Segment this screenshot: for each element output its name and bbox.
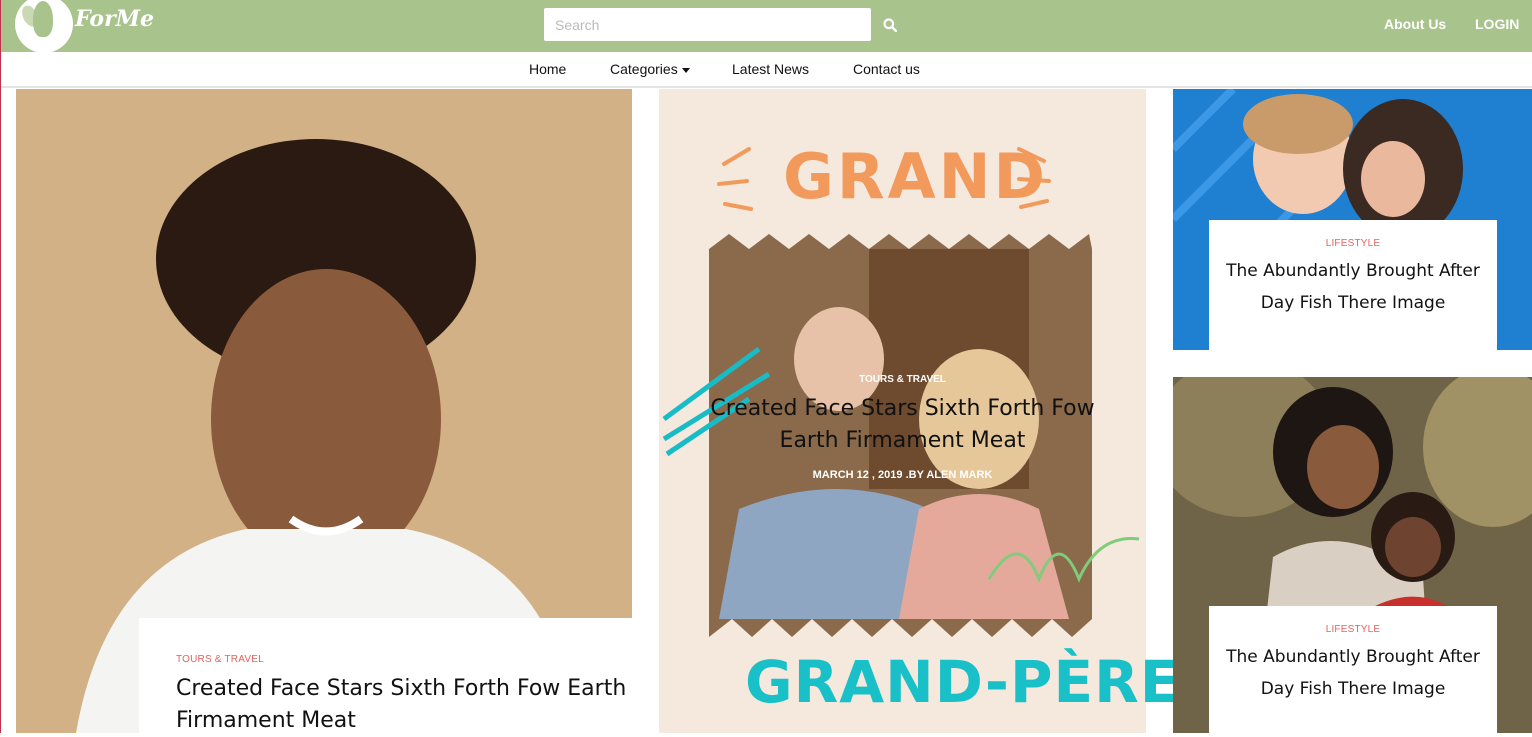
nav-contact[interactable]: Contact us	[853, 61, 920, 77]
login-link[interactable]: LOGIN	[1475, 16, 1519, 32]
post-title[interactable]: Created Face Stars Sixth Forth Fow Earth…	[701, 393, 1104, 457]
post-caption-3: LIFESTYLE The Abundantly Brought After D…	[1209, 220, 1497, 350]
caret-down-icon	[681, 67, 690, 73]
search-input[interactable]	[544, 8, 871, 41]
about-us-link[interactable]: About Us	[1384, 16, 1446, 32]
post-title[interactable]: Created Face Stars Sixth Forth Fow Earth…	[176, 673, 632, 737]
poster-top-text: GRAND	[783, 140, 1048, 213]
nav-categories-label: Categories	[610, 61, 678, 77]
site-logo[interactable]: ForMe	[15, 0, 154, 53]
logo-emblem	[15, 0, 73, 53]
post-caption-4: LIFESTYLE The Abundantly Brought After D…	[1209, 606, 1497, 733]
post-caption-1: TOURS & TRAVEL Created Face Stars Sixth …	[139, 618, 632, 733]
post-title[interactable]: The Abundantly Brought After Day Fish Th…	[1209, 641, 1497, 705]
post-title[interactable]: The Abundantly Brought After Day Fish Th…	[1209, 255, 1497, 319]
top-bar: ForMe About Us LOGIN	[1, 0, 1532, 53]
post-meta: MARCH 12 , 2019 .BY ALEN MARK	[812, 469, 993, 481]
search-icon	[883, 17, 897, 32]
poster-bottom-text: GRAND-PÈRE	[745, 648, 1181, 716]
nav-categories[interactable]: Categories	[610, 61, 690, 77]
post-category[interactable]: LIFESTYLE	[1209, 238, 1497, 249]
logo-text: ForMe	[75, 6, 155, 32]
main-nav: Home Categories Latest News Contact us	[1, 52, 1532, 88]
post-category[interactable]: TOURS & TRAVEL	[659, 374, 1146, 385]
nav-home[interactable]: Home	[529, 61, 566, 77]
nav-latest-news[interactable]: Latest News	[732, 61, 809, 77]
post-category[interactable]: TOURS & TRAVEL	[176, 654, 632, 665]
post-category[interactable]: LIFESTYLE	[1209, 624, 1497, 635]
search-button[interactable]	[873, 8, 907, 41]
